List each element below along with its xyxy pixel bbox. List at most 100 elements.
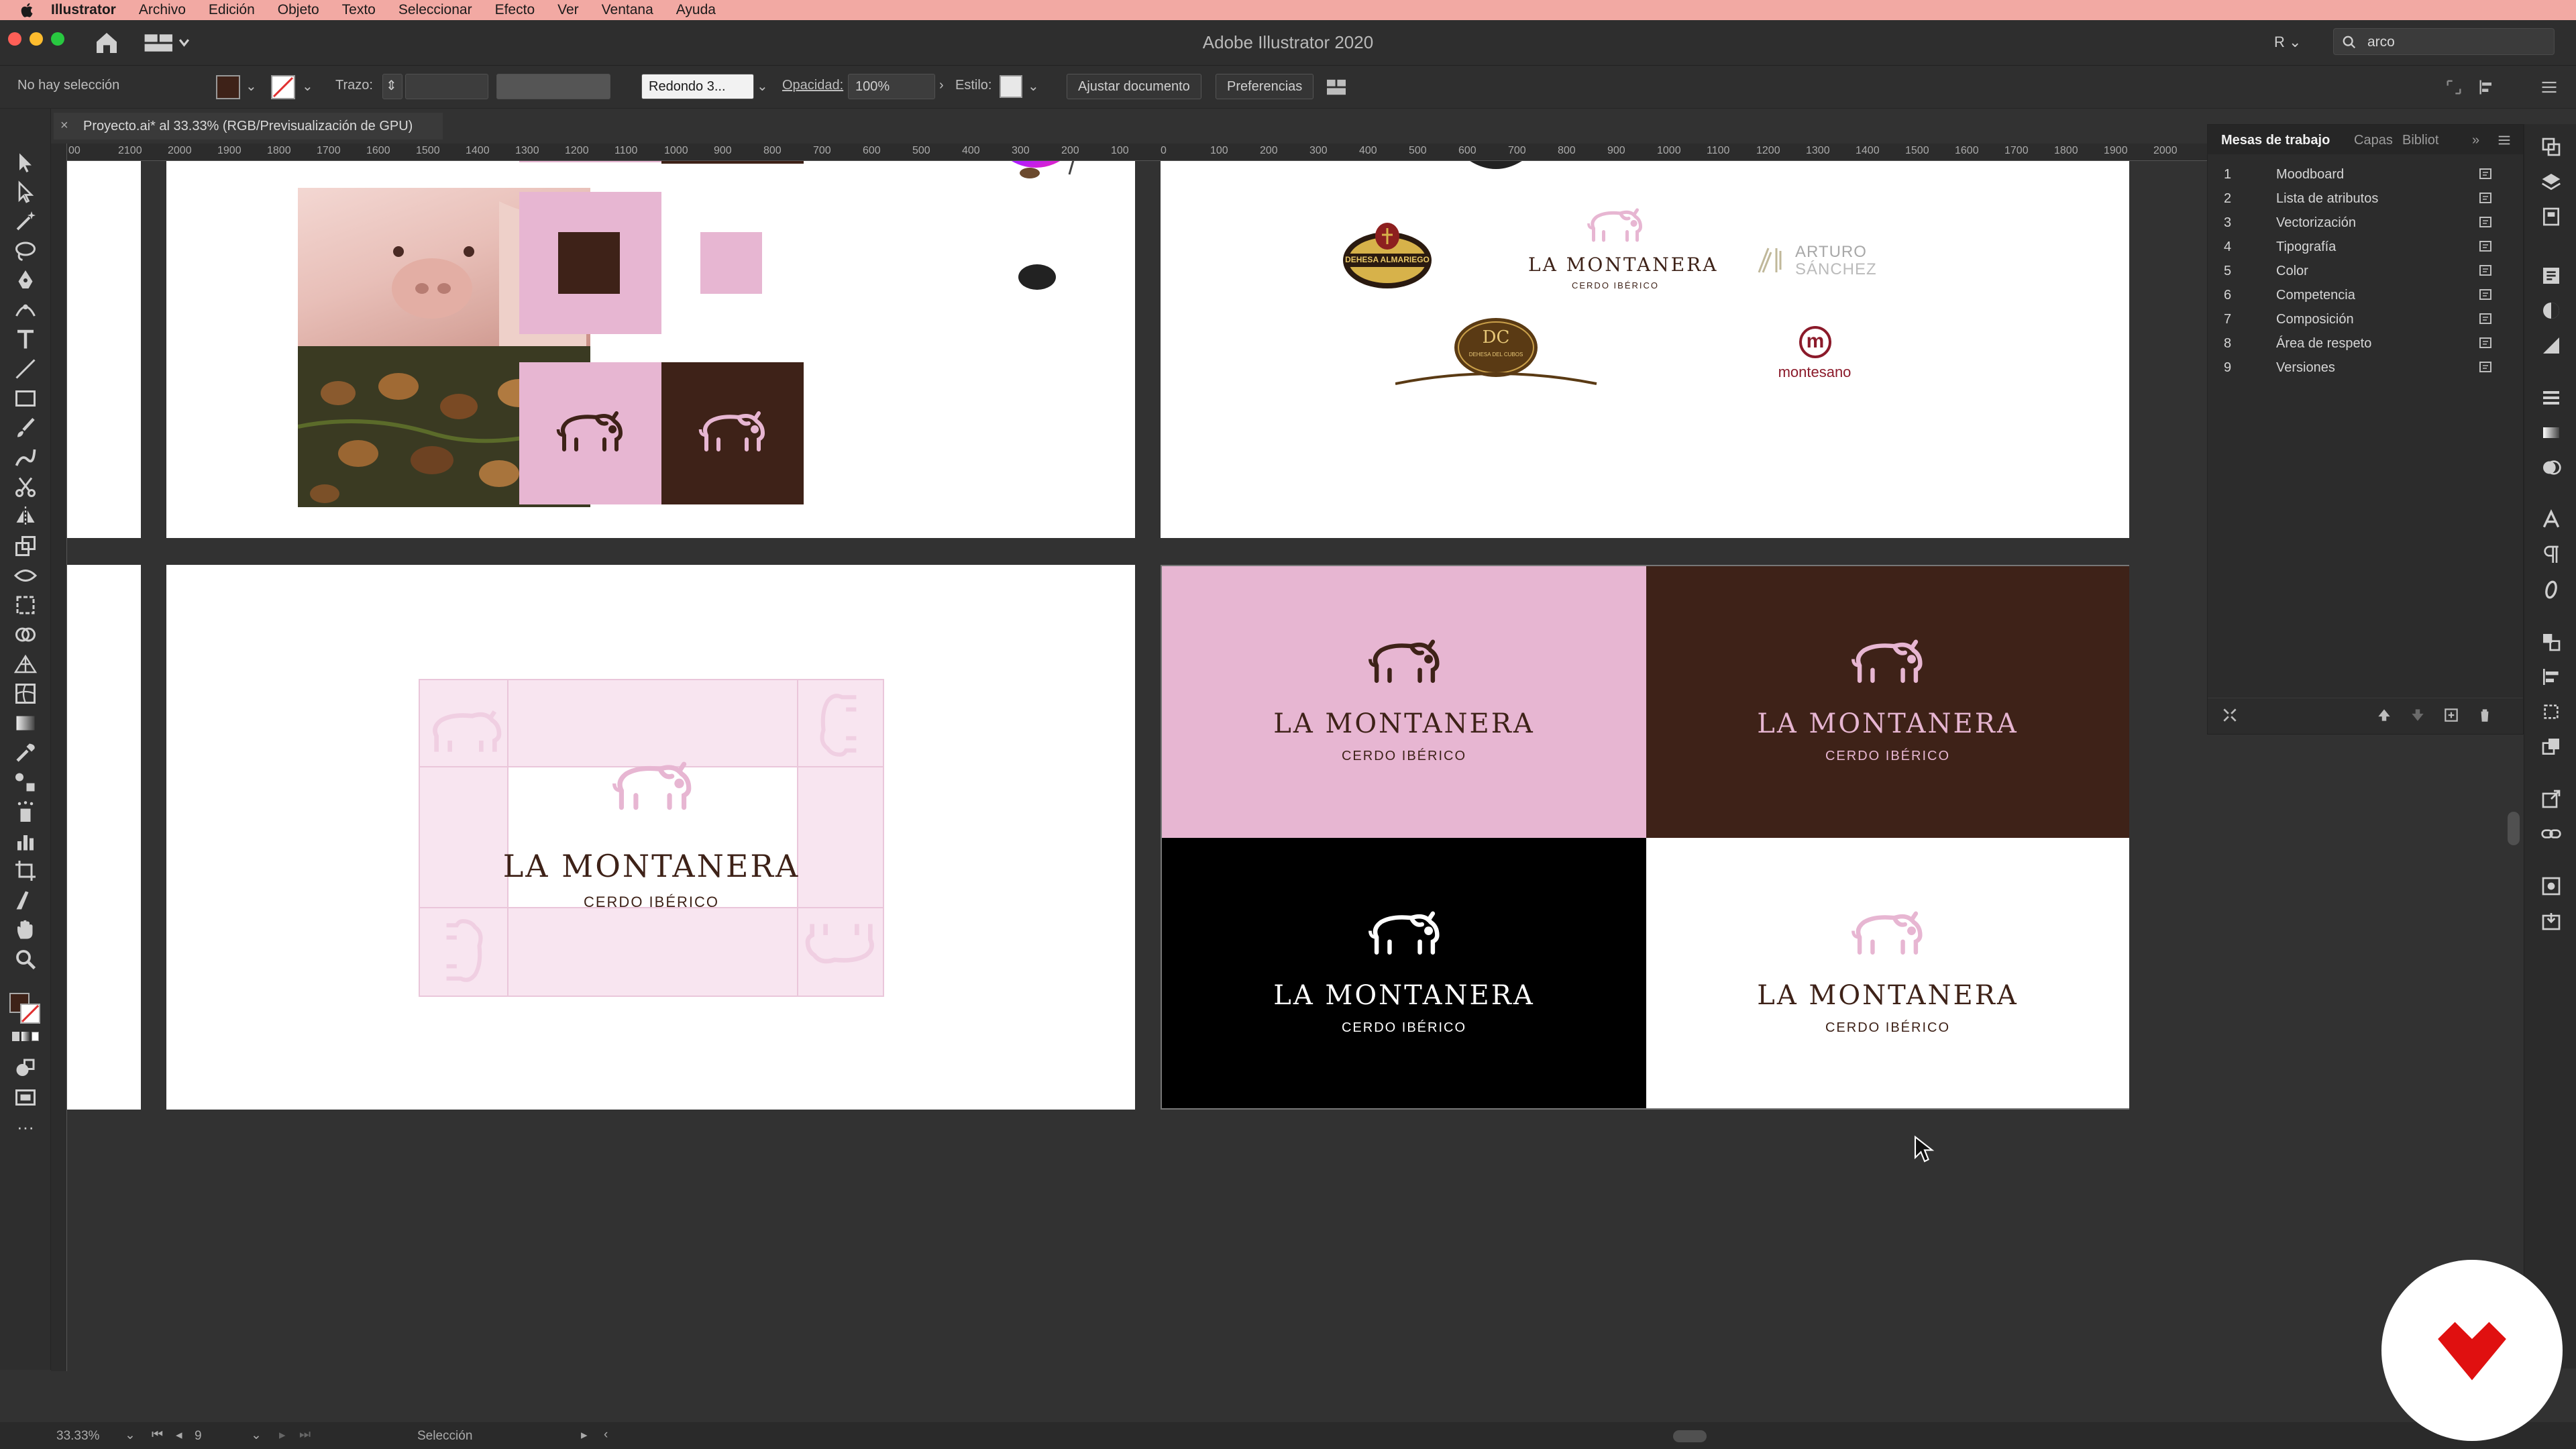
color-mode-icon[interactable] bbox=[12, 1032, 20, 1041]
previous-artboard-icon[interactable]: ◂ bbox=[176, 1428, 182, 1443]
column-graph-tool-icon[interactable] bbox=[13, 829, 38, 853]
image-trace-panel-icon[interactable] bbox=[2540, 875, 2562, 897]
apple-icon[interactable] bbox=[19, 1, 36, 19]
menu-seleccionar[interactable]: Seleccionar bbox=[398, 2, 472, 18]
shape-builder-tool-icon[interactable] bbox=[13, 623, 38, 647]
gradient-tool-icon[interactable] bbox=[13, 711, 38, 735]
artboard-options-icon[interactable] bbox=[2479, 288, 2493, 302]
artboard-list-item[interactable]: 7 Composición bbox=[2208, 307, 2523, 331]
tab-mesas-de-trabajo[interactable]: Mesas de trabajo bbox=[2221, 133, 2330, 148]
stroke-panel-icon[interactable] bbox=[2540, 387, 2562, 409]
artboard-options-icon[interactable] bbox=[2479, 216, 2493, 229]
artboard-list-item[interactable]: 2 Lista de atributos bbox=[2208, 186, 2523, 211]
artboard-tool-icon[interactable] bbox=[13, 859, 38, 883]
menu-efecto[interactable]: Efecto bbox=[495, 2, 535, 18]
slice-tool-icon[interactable] bbox=[13, 888, 38, 912]
scissors-tool-icon[interactable] bbox=[13, 475, 38, 499]
layers-panel-icon[interactable] bbox=[2540, 171, 2562, 193]
fit-document-button[interactable]: Ajustar documento bbox=[1067, 74, 1201, 99]
hand-tool-icon[interactable] bbox=[13, 918, 38, 942]
artboard-options-icon[interactable] bbox=[2479, 264, 2493, 278]
artboard-list-item[interactable]: 5 Color bbox=[2208, 259, 2523, 283]
tab-bibliotecas[interactable]: Bibliot bbox=[2402, 133, 2438, 148]
scale-tool-icon[interactable] bbox=[13, 534, 38, 558]
brush-select[interactable]: Redondo 3... bbox=[641, 74, 754, 99]
artboard-options-icon[interactable] bbox=[2479, 240, 2493, 254]
type-tool-icon[interactable] bbox=[13, 327, 38, 352]
artboard-options-icon[interactable] bbox=[2479, 361, 2493, 374]
transparency-panel-icon[interactable] bbox=[2540, 335, 2562, 356]
rearrange-artboards-icon[interactable] bbox=[2221, 706, 2239, 724]
user-menu[interactable]: R ⌄ bbox=[2274, 34, 2301, 51]
line-tool-icon[interactable] bbox=[13, 357, 38, 381]
pen-tool-icon[interactable] bbox=[13, 268, 38, 292]
magic-wand-tool-icon[interactable] bbox=[13, 209, 38, 233]
preferences-button[interactable]: Preferencias bbox=[1216, 74, 1314, 99]
selection-tool-icon[interactable] bbox=[13, 150, 38, 174]
chevron-down-icon[interactable]: ⌄ bbox=[1028, 78, 1039, 95]
mesh-tool-icon[interactable] bbox=[13, 682, 38, 706]
screen-mode-icon[interactable] bbox=[13, 1085, 38, 1110]
eyedropper-tool-icon[interactable] bbox=[13, 741, 38, 765]
next-artboard-icon[interactable]: ▸ bbox=[279, 1428, 286, 1443]
align-icon[interactable] bbox=[2475, 78, 2498, 97]
draw-mode-icon[interactable] bbox=[13, 1056, 38, 1080]
variable-width-profile[interactable] bbox=[496, 74, 610, 99]
artboard-list-item[interactable]: 8 Área de respeto bbox=[2208, 331, 2523, 356]
stroke-color-swatch[interactable] bbox=[20, 1004, 40, 1024]
artboard-competencia[interactable]: DEHESA ALMARIEGO LA MONTANERA CERDO IBÉR… bbox=[1161, 161, 2129, 538]
delete-artboard-icon[interactable] bbox=[2476, 706, 2493, 724]
stroke-weight-stepper[interactable]: ⇕ bbox=[382, 74, 402, 99]
align-panel-icon[interactable] bbox=[2540, 631, 2562, 653]
direct-selection-tool-icon[interactable] bbox=[13, 180, 38, 204]
links-panel-icon[interactable] bbox=[2540, 823, 2562, 845]
menu-illustrator[interactable]: Illustrator bbox=[51, 2, 116, 18]
libraries-panel-icon[interactable] bbox=[2540, 206, 2562, 227]
vertical-scrollbar-thumb[interactable] bbox=[2508, 812, 2520, 845]
menu-ventana[interactable]: Ventana bbox=[602, 2, 653, 18]
artboards-panel-icon[interactable] bbox=[2540, 136, 2562, 158]
blend-tool-icon[interactable] bbox=[13, 770, 38, 794]
shaper-tool-icon[interactable] bbox=[13, 445, 38, 470]
last-artboard-icon[interactable]: ⏭ bbox=[299, 1428, 311, 1442]
asset-export-panel-icon[interactable] bbox=[2540, 910, 2562, 932]
panel-menu-icon[interactable] bbox=[2496, 133, 2512, 148]
character-panel-icon[interactable] bbox=[2540, 509, 2562, 531]
opacity-field[interactable]: 100% bbox=[848, 74, 935, 99]
menu-ver[interactable]: Ver bbox=[557, 2, 579, 18]
perspective-grid-tool-icon[interactable] bbox=[13, 652, 38, 676]
vertical-ruler[interactable] bbox=[51, 144, 67, 1371]
paragraph-panel-icon[interactable] bbox=[2540, 544, 2562, 566]
artboard-options-icon[interactable] bbox=[2479, 192, 2493, 205]
first-artboard-icon[interactable]: ⏮ bbox=[152, 1428, 163, 1442]
menu-archivo[interactable]: Archivo bbox=[139, 2, 186, 18]
width-tool-icon[interactable] bbox=[13, 564, 38, 588]
color-mode-buttons[interactable] bbox=[12, 1032, 39, 1041]
stroke-swatch[interactable] bbox=[271, 75, 295, 99]
transform-panel-icon[interactable] bbox=[2540, 701, 2562, 722]
chevron-down-icon[interactable]: ⌄ bbox=[757, 78, 768, 95]
menu-edicion[interactable]: Edición bbox=[209, 2, 255, 18]
zoom-tool-icon[interactable] bbox=[13, 947, 38, 971]
move-down-icon[interactable] bbox=[2409, 706, 2426, 724]
horizontal-scrollbar-thumb[interactable] bbox=[1673, 1430, 1707, 1442]
curvature-tool-icon[interactable] bbox=[13, 298, 38, 322]
artboard-options-icon[interactable] bbox=[2479, 337, 2493, 350]
artboard-list-item[interactable]: 1 Moodboard bbox=[2208, 162, 2523, 186]
artboard-partial-bottom[interactable] bbox=[67, 565, 141, 1110]
artboard-list-item[interactable]: 6 Competencia bbox=[2208, 283, 2523, 307]
gradient-panel-icon[interactable] bbox=[2540, 422, 2562, 443]
artboard-area-de-respeto[interactable]: LA MONTANERA CERDO IBÉRICO bbox=[166, 565, 1135, 1110]
swatches-panel-icon[interactable] bbox=[2540, 457, 2562, 478]
chevron-right-icon[interactable]: › bbox=[939, 78, 944, 93]
export-panel-icon[interactable] bbox=[2540, 788, 2562, 810]
artboard-options-icon[interactable] bbox=[2479, 313, 2493, 326]
symbols-panel-icon[interactable] bbox=[2540, 736, 2562, 757]
properties-panel-icon[interactable] bbox=[2540, 265, 2562, 286]
artboard-number-field[interactable]: 9 bbox=[195, 1429, 248, 1444]
fill-swatch[interactable] bbox=[216, 75, 240, 99]
lasso-tool-icon[interactable] bbox=[13, 239, 38, 263]
artboard-list-item[interactable]: 3 Vectorización bbox=[2208, 211, 2523, 235]
canvas[interactable]: DEHESA ALMARIEGO LA MONTANERA CERDO IBÉR… bbox=[67, 161, 2207, 1371]
none-mode-icon[interactable] bbox=[31, 1032, 39, 1041]
